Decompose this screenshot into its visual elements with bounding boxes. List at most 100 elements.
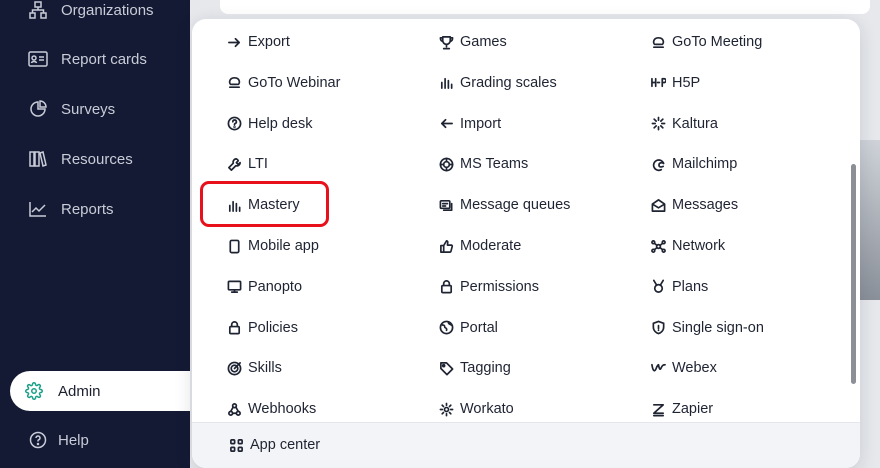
menu-item-tagging[interactable]: Tagging [438,356,511,380]
menu-item-portal[interactable]: Portal [438,316,498,340]
background-card [220,0,870,14]
menu-item-label: Panopto [248,278,303,295]
menu-item-webex[interactable]: Webex [650,356,717,380]
sidebar: Organizations Report cards Surveys Resou… [0,0,200,468]
menu-item-policies[interactable]: Policies [226,316,298,340]
menu-item-import[interactable]: Import [438,112,501,136]
menu-item-label: Messages [672,197,739,214]
h5p-icon [650,75,666,91]
menu-item-permissions[interactable]: Permissions [438,275,539,299]
menu-item-messages[interactable]: Messages [650,193,738,217]
mastery-highlight-box [200,181,329,227]
menu-item-panopto[interactable]: Panopto [226,275,302,299]
menu-item-label: Moderate [460,238,522,254]
sidebar-item-label: Report cards [61,50,147,68]
help-circle-icon [28,430,48,450]
sidebar-item-report-cards[interactable]: Report cards [0,39,190,79]
menu-item-label: Permissions [460,278,539,295]
scrollbar[interactable] [851,164,856,384]
report-card-icon [28,49,48,69]
menu-item-label: GoTo Meeting [672,34,763,50]
menu-item-kaltura[interactable]: Kaltura [650,112,718,136]
menu-item-goto-meeting[interactable]: GoTo Meeting [650,30,762,54]
app-center-label: App center [250,437,321,453]
menu-item-label: LTI [248,156,268,173]
mailchimp-icon [650,156,666,172]
goto-icon [650,34,666,50]
menu-item-label: GoTo Webinar [248,74,341,91]
sidebar-item-surveys[interactable]: Surveys [0,89,190,129]
menu-item-label: Plans [672,278,709,295]
menu-item-lti[interactable]: LTI [226,152,268,176]
menu-item-mobile-app[interactable]: Mobile app [226,234,319,258]
sidebar-item-reports[interactable]: Reports [0,189,190,229]
menu-item-label: MS Teams [460,156,529,173]
globe-icon [438,320,454,336]
menu-item-label: Zapier [672,401,714,418]
sidebar-item-label: Reports [61,200,114,218]
menu-item-message-queues[interactable]: Message queues [438,193,570,217]
menu-item-label: Tagging [460,360,511,377]
books-icon [28,149,48,169]
menu-item-label: Single sign-on [672,319,764,336]
webhook-icon [226,401,242,417]
teams-icon [438,156,454,172]
menu-item-label: Import [460,115,502,132]
message-queue-icon [438,197,454,213]
line-chart-icon [28,199,48,219]
app-grid-icon [228,437,244,453]
envelope-open-icon [650,197,666,213]
menu-item-label: Mobile app [248,238,319,254]
menu-item-label: Webex [672,360,717,377]
thumbs-up-icon [438,238,454,254]
sidebar-item-resources[interactable]: Resources [0,139,190,179]
network-icon [650,238,666,254]
arrow-right-icon [226,34,242,50]
target-icon [226,360,242,376]
sidebar-item-organizations[interactable]: Organizations [0,0,190,30]
sidebar-item-label: Help [58,431,89,449]
menu-item-zapier[interactable]: Zapier [650,397,713,421]
bar-chart-icon [438,75,454,91]
menu-item-skills[interactable]: Skills [226,356,282,380]
menu-item-export[interactable]: Export [226,30,290,54]
arrow-left-icon [438,116,454,132]
menu-item-webhooks[interactable]: Webhooks [226,397,316,421]
webex-icon [650,360,666,376]
phone-icon [226,238,242,254]
menu-item-label: Kaltura [672,115,718,132]
sidebar-item-label: Admin [58,382,101,400]
menu-item-h5p[interactable]: H5P [650,71,700,95]
menu-item-grading-scales[interactable]: Grading scales [438,71,557,95]
kaltura-icon [650,116,666,132]
menu-item-ms-teams[interactable]: MS Teams [438,152,528,176]
menu-item-network[interactable]: Network [650,234,725,258]
sidebar-item-admin[interactable]: Admin [10,371,200,411]
menu-item-workato[interactable]: Workato [438,397,514,421]
wrench-icon [226,156,242,172]
menu-item-label: Portal [460,319,498,336]
menu-item-label: H5P [672,74,701,91]
menu-item-goto-webinar[interactable]: GoTo Webinar [226,71,340,95]
menu-item-mailchimp[interactable]: Mailchimp [650,152,737,176]
menu-item-label: Policies [248,319,298,336]
sidebar-item-label: Resources [61,150,133,168]
menu-item-label: Skills [248,360,282,377]
shield-icon [650,320,666,336]
sidebar-item-help[interactable]: Help [0,420,190,460]
menu-footer: App center [192,422,860,468]
trophy-icon [438,34,454,50]
menu-item-plans[interactable]: Plans [650,275,708,299]
menu-item-label: Network [672,238,726,254]
menu-item-games[interactable]: Games [438,30,507,54]
menu-item-single-sign-on[interactable]: Single sign-on [650,316,764,340]
gear-icon [438,401,454,417]
monitor-icon [226,279,242,295]
lock-icon [438,279,454,295]
menu-item-label: Grading scales [460,74,557,91]
tag-icon [438,360,454,376]
app-center-link[interactable]: App center [228,433,320,457]
menu-item-moderate[interactable]: Moderate [438,234,521,258]
menu-item-help-desk[interactable]: Help desk [226,112,312,136]
menu-item-label: Games [460,34,507,50]
